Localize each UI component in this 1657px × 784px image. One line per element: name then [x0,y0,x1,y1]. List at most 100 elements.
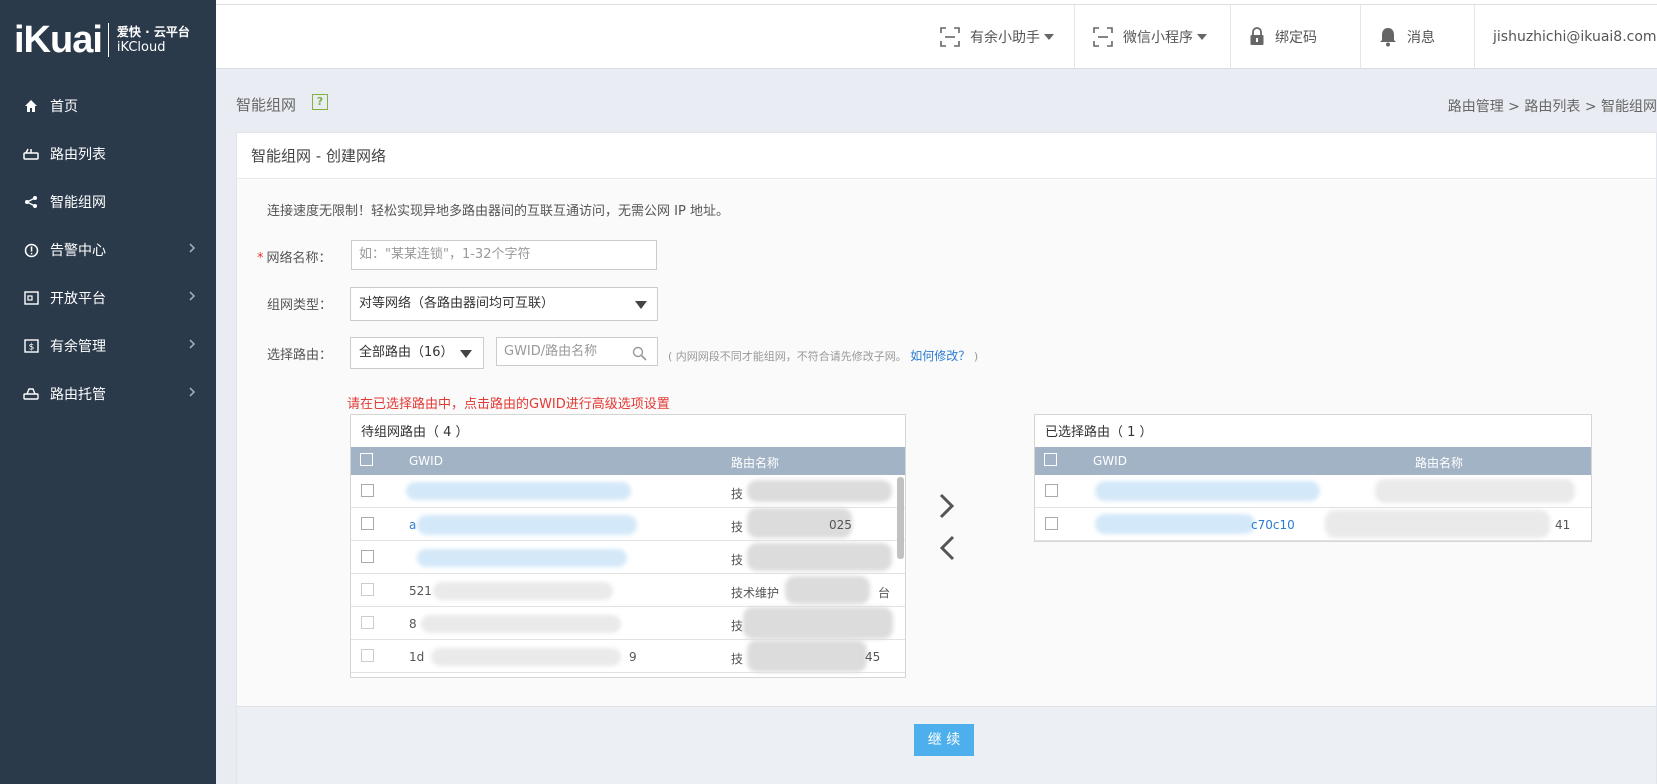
selected-routes-table: 已选择路由（ 1 ） GWID 路由名称 c70c10 41 [1034,414,1592,542]
redacted-name [747,543,892,571]
router-gwid[interactable]: 8 [409,617,417,631]
table-row[interactable]: 技 [351,475,905,508]
route-search-placeholder: GWID/路由名称 [504,344,598,359]
bell-icon [1379,27,1397,47]
messages-button[interactable]: 消息 [1360,5,1474,69]
sidebar-item-label: 开放平台 [50,291,106,307]
pending-routes-table: 待组网路由（ 4 ） GWID 路由名称 技 a 技 025 技 521 技术维… [350,414,906,678]
router-icon [22,145,40,163]
sidebar-item-router-hosting[interactable]: 路由托管 [0,370,216,418]
sidebar-item-home[interactable]: 首页 [0,82,216,130]
table-row[interactable]: 521 技术维护 台 [351,574,905,607]
chevron-right-icon [188,290,196,306]
redacted-name [1375,479,1575,503]
sidebar: iKuai 爱快 · 云平台 iKCloud 首页 路由列表 智能组网 告警中心… [0,0,216,784]
how-to-modify-link[interactable]: 如何修改？ [910,349,970,363]
chevron-right-icon [188,338,196,354]
bind-code-button[interactable]: 绑定码 [1230,5,1360,69]
column-header-name: 路由名称 [731,456,780,470]
logo-subtitle: 爱快 · 云平台 iKCloud [117,24,190,56]
select-all-checkbox[interactable] [1044,453,1057,466]
continue-button[interactable]: 继 续 [914,724,974,756]
chevron-right-icon [937,493,957,524]
redacted-gwid [431,648,621,666]
table-row[interactable]: c70c10 41 [1035,508,1591,541]
move-left-button[interactable] [937,534,957,566]
assistant-menu[interactable]: 有余小助手 [922,5,1090,69]
router-name-tail: 41 [1555,518,1571,532]
redacted-gwid [417,515,637,535]
row-checkbox[interactable] [361,649,374,662]
network-name-input[interactable]: 如："某某连锁"，1-32个字符 [351,240,657,270]
sidebar-item-alerts[interactable]: 告警中心 [0,226,216,274]
sidebar-item-router-list[interactable]: 路由列表 [0,130,216,178]
miniprogram-label: 微信小程序 [1123,30,1193,46]
router-name: 技 [731,520,744,534]
router-gwid[interactable]: 521 [409,584,432,598]
create-network-panel: 智能组网 - 创建网络 连接速度无限制！轻松实现异地多路由器间的互联互通访问，无… [236,132,1657,784]
select-route-label: 选择路由： [267,348,333,363]
page-header: 智能组网 ? 路由管理 > 路由列表 > 智能组网 [216,70,1657,132]
router-name: 技 [731,652,744,666]
sidebar-item-open-platform[interactable]: 开放平台 [0,274,216,322]
router-name-tail: 025 [829,518,852,532]
logo-divider [107,23,109,57]
help-icon[interactable]: ? [312,94,328,110]
row-checkbox[interactable] [361,616,374,629]
redacted-gwid [421,615,621,633]
miniprogram-menu[interactable]: 微信小程序 [1074,5,1230,69]
sidebar-item-youyu-manage[interactable]: $ 有余管理 [0,322,216,370]
pending-table-caption: 待组网路由（ 4 ） [361,425,469,440]
table-row[interactable]: 8 技 [351,607,905,640]
router-name-tail: 台 [878,586,891,600]
logo-wordmark: iKuai [14,18,103,61]
table-header: GWID 路由名称 [1035,447,1591,475]
caret-down-icon [1197,34,1207,40]
table-scrollbar[interactable] [897,477,904,559]
row-checkbox[interactable] [1045,517,1058,530]
user-menu[interactable]: jishuzhichi@ikuai8.com [1474,5,1657,69]
route-search-input[interactable]: GWID/路由名称 [496,337,658,366]
sidebar-menu: 首页 路由列表 智能组网 告警中心 开放平台 $ 有余管理 路由托管 [0,82,216,418]
chevron-right-icon [188,242,196,258]
row-checkbox[interactable] [361,583,374,596]
row-checkbox[interactable] [1045,484,1058,497]
network-type-select[interactable]: 对等网络（各路由器间均可互联） [350,287,658,321]
move-right-button[interactable] [937,492,957,524]
select-all-checkbox[interactable] [360,453,373,466]
network-type-label: 组网类型： [267,298,333,313]
sidebar-item-label: 首页 [50,99,78,115]
router-gwid-tail: 9 [629,650,637,664]
hosting-icon [22,385,40,403]
assistant-label: 有余小助手 [970,30,1040,46]
chevron-right-icon [188,386,196,402]
table-row[interactable]: a 技 025 [351,508,905,541]
redacted-name [743,607,893,639]
row-checkbox[interactable] [361,517,374,530]
network-name-label-text: 网络名称： [266,251,332,266]
panel-title: 智能组网 - 创建网络 [237,133,1656,179]
row-checkbox[interactable] [361,550,374,563]
alert-icon [22,241,40,259]
caret-down-icon [1044,34,1054,40]
sidebar-item-label: 有余管理 [50,339,106,355]
platform-icon [22,289,40,307]
sidebar-item-smart-network[interactable]: 智能组网 [0,178,216,226]
router-gwid[interactable]: c70c10 [1251,518,1295,532]
router-gwid[interactable]: a [409,518,416,532]
table-row[interactable]: 1d 9 技 45 [351,640,905,673]
logo[interactable]: iKuai 爱快 · 云平台 iKCloud [0,0,216,80]
route-filter-select[interactable]: 全部路由（16） [350,337,484,369]
table-row[interactable] [1035,475,1591,508]
subnet-hint-text: ( 内网网段不同才能组网，不符合请先修改子网。 [668,350,907,363]
row-checkbox[interactable] [361,484,374,497]
router-gwid[interactable]: 1d [409,650,424,664]
svg-text:$: $ [28,343,34,353]
chevron-left-icon [937,535,957,566]
caret-down-icon [460,350,472,358]
scan-icon [940,27,960,47]
router-name: 技 [731,553,744,567]
network-name-label: * 网络名称： [257,247,332,266]
lock-icon [1249,27,1265,47]
table-row[interactable]: 技 [351,541,905,574]
